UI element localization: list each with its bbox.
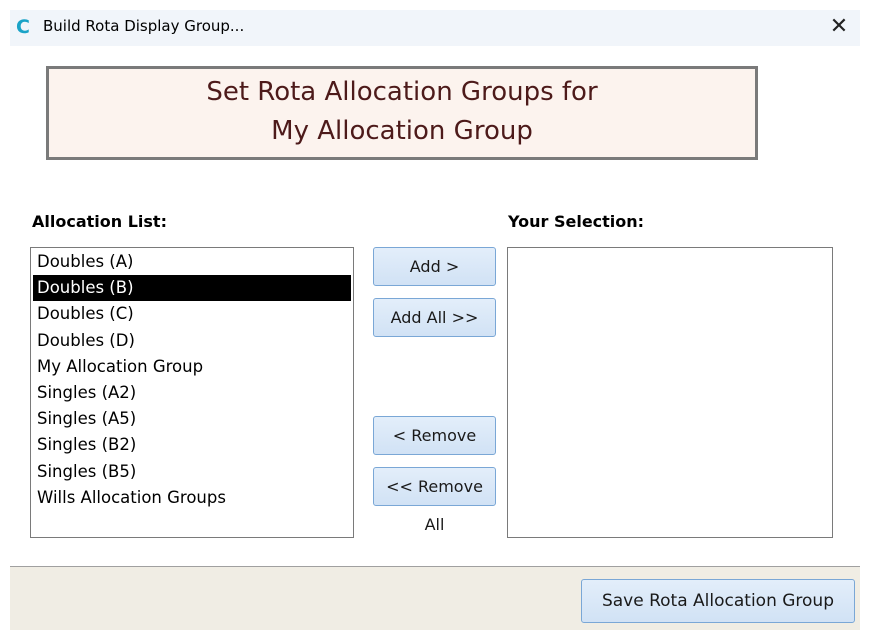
list-item[interactable]: Doubles (D) [33, 328, 351, 354]
close-icon[interactable]: ✕ [824, 12, 854, 42]
remove-all-button[interactable]: << Remove All [373, 467, 496, 534]
title-bar: C Build Rota Display Group... ✕ [10, 10, 860, 46]
heading-line-2: My Allocation Group [271, 116, 533, 146]
list-item[interactable]: Singles (B5) [33, 459, 351, 485]
list-item[interactable]: Singles (A2) [33, 380, 351, 406]
add-button[interactable]: Add > [373, 247, 496, 286]
dialog-footer: Save Rota Allocation Group [10, 566, 860, 630]
window-title: Build Rota Display Group... [43, 17, 245, 35]
your-selection-label: Your Selection: [508, 212, 645, 231]
page-heading: Set Rota Allocation Groups for My Alloca… [46, 66, 758, 160]
heading-line-1: Set Rota Allocation Groups for [206, 77, 598, 107]
dialog-window: C Build Rota Display Group... ✕ Set Rota… [10, 10, 860, 630]
list-item[interactable]: Wills Allocation Groups [33, 485, 351, 511]
list-item[interactable]: Singles (B2) [33, 432, 351, 458]
selection-listbox[interactable] [507, 247, 833, 538]
save-rota-allocation-group-button[interactable]: Save Rota Allocation Group [581, 579, 855, 623]
list-item[interactable]: Doubles (B) [33, 275, 351, 302]
remove-button[interactable]: < Remove [373, 416, 496, 455]
allocation-list-label: Allocation List: [32, 212, 167, 231]
list-item[interactable]: Singles (A5) [33, 406, 351, 432]
list-item[interactable]: Doubles (C) [33, 301, 351, 327]
allocation-listbox[interactable]: Doubles (A) Doubles (B) Doubles (C) Doubles… [30, 247, 354, 538]
list-item[interactable]: Doubles (A) [33, 249, 351, 275]
list-item[interactable]: My Allocation Group [33, 354, 351, 380]
add-all-button[interactable]: Add All >> [373, 298, 496, 337]
app-logo-icon: C [16, 16, 30, 38]
